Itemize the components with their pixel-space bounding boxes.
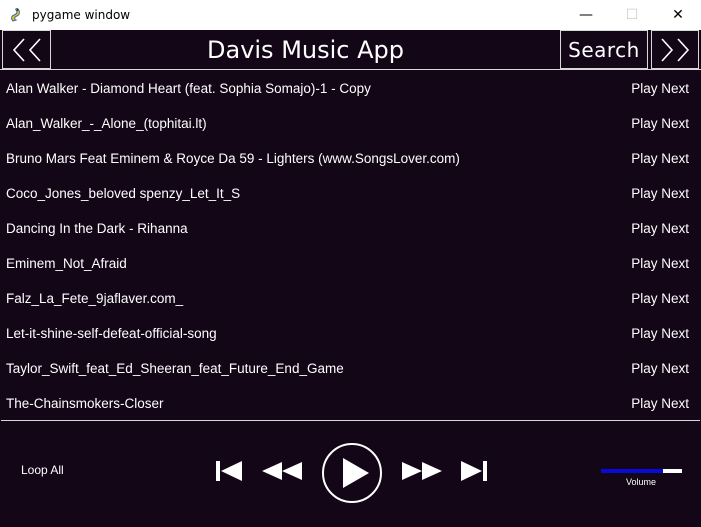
song-row[interactable]: Coco_Jones_beloved spenzy_Let_It_S Play … [0, 177, 701, 212]
song-title[interactable]: Bruno Mars Feat Eminem & Royce Da 59 - L… [6, 151, 460, 166]
pygame-window: pygame window — ☐ ✕ Davis Music App Sear… [0, 0, 701, 527]
skip-next-icon[interactable] [459, 457, 489, 485]
song-title[interactable]: Alan Walker - Diamond Heart (feat. Sophi… [6, 81, 371, 96]
window-controls: — ☐ ✕ [563, 0, 701, 30]
song-row[interactable]: Taylor_Swift_feat_Ed_Sheeran_feat_Future… [0, 352, 701, 387]
song-title[interactable]: Alan_Walker_-_Alone_(tophitai.lt) [6, 116, 207, 131]
song-title[interactable]: Dancing In the Dark - Rihanna [6, 221, 188, 236]
playback-controls: Loop All Volume [1, 420, 700, 525]
minimize-button[interactable]: — [563, 0, 609, 30]
play-next-button[interactable]: Play Next [631, 291, 689, 306]
song-row[interactable]: Alan_Walker_-_Alone_(tophitai.lt) Play N… [0, 107, 701, 142]
next-page-button[interactable] [651, 30, 699, 69]
song-row[interactable]: Falz_La_Fete_9jaflaver.com_ Play Next [0, 282, 701, 317]
rewind-icon[interactable] [259, 457, 305, 485]
play-next-button[interactable]: Play Next [631, 396, 689, 411]
play-next-button[interactable]: Play Next [631, 221, 689, 236]
app-header: Davis Music App Search [0, 30, 701, 70]
play-next-button[interactable]: Play Next [631, 151, 689, 166]
maximize-button[interactable]: ☐ [609, 0, 655, 30]
song-row[interactable]: The-Chainsmokers-Closer Play Next [0, 387, 701, 422]
song-title[interactable]: Let-it-shine-self-defeat-official-song [6, 326, 217, 341]
skip-previous-icon[interactable] [214, 457, 244, 485]
window-titlebar[interactable]: pygame window — ☐ ✕ [0, 0, 701, 30]
song-title[interactable]: Falz_La_Fete_9jaflaver.com_ [6, 291, 183, 306]
volume-level [601, 469, 664, 473]
song-row[interactable]: Eminem_Not_Afraid Play Next [0, 247, 701, 282]
pygame-snake-icon [8, 7, 24, 23]
play-icon[interactable] [320, 441, 384, 505]
song-row[interactable]: Bruno Mars Feat Eminem & Royce Da 59 - L… [0, 142, 701, 177]
song-title[interactable]: Eminem_Not_Afraid [6, 256, 127, 271]
loop-mode-button[interactable]: Loop All [21, 463, 64, 477]
play-next-button[interactable]: Play Next [631, 256, 689, 271]
song-list: Alan Walker - Diamond Heart (feat. Sophi… [0, 72, 701, 420]
search-button[interactable]: Search [560, 30, 648, 69]
close-button[interactable]: ✕ [655, 0, 701, 30]
song-row[interactable]: Alan Walker - Diamond Heart (feat. Sophi… [0, 72, 701, 107]
volume-label: Volume [626, 477, 657, 487]
volume-slider[interactable] [601, 469, 682, 473]
song-title[interactable]: The-Chainsmokers-Closer [6, 396, 164, 411]
double-chevron-right-icon [661, 37, 690, 62]
play-next-button[interactable]: Play Next [631, 116, 689, 131]
song-title[interactable]: Coco_Jones_beloved spenzy_Let_It_S [6, 186, 240, 201]
song-row[interactable]: Let-it-shine-self-defeat-official-song P… [0, 317, 701, 352]
song-row[interactable]: Dancing In the Dark - Rihanna Play Next [0, 212, 701, 247]
fast-forward-icon[interactable] [399, 457, 445, 485]
window-title: pygame window [32, 8, 131, 22]
song-title[interactable]: Taylor_Swift_feat_Ed_Sheeran_feat_Future… [6, 361, 344, 376]
play-next-button[interactable]: Play Next [631, 361, 689, 376]
play-next-button[interactable]: Play Next [631, 186, 689, 201]
play-next-button[interactable]: Play Next [631, 326, 689, 341]
play-next-button[interactable]: Play Next [631, 81, 689, 96]
previous-page-button[interactable] [2, 30, 51, 69]
app-title: Davis Music App [207, 35, 404, 64]
double-chevron-left-icon [12, 37, 41, 62]
